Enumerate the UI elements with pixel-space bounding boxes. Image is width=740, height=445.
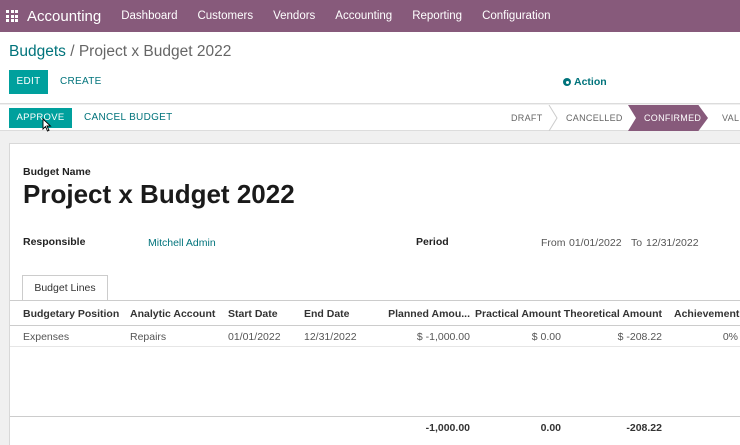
create-button[interactable]: CREATE: [60, 76, 102, 87]
period-to-value: 12/31/2022: [646, 237, 699, 249]
stage-confirmed[interactable]: CONFIRMED: [628, 105, 708, 131]
col-budgetary-position[interactable]: Budgetary Position: [23, 308, 119, 320]
action-dropdown[interactable]: Action: [563, 76, 607, 88]
cell-practical-amount: $ 0.00: [531, 331, 561, 343]
period-to-prefix: To: [631, 237, 643, 249]
total-planned-amount: -1,000.00: [425, 422, 470, 434]
menu-accounting[interactable]: Accounting: [335, 10, 392, 22]
breadcrumb-current: Project x Budget 2022: [78, 43, 232, 60]
responsible-label: Responsible: [23, 236, 86, 248]
status-bar: APPROVE CANCEL BUDGET DRAFT CANCELLED CO…: [0, 105, 740, 131]
stage-validated[interactable]: VAL: [722, 105, 739, 131]
cell-theoretical-amount: $ -208.22: [617, 331, 662, 343]
period-label: Period: [416, 236, 449, 248]
breadcrumb-budgets-link[interactable]: Budgets: [9, 43, 66, 60]
approve-button[interactable]: APPROVE: [9, 108, 72, 128]
cell-budgetary-position: Expenses: [23, 331, 70, 343]
budget-name-value: Project x Budget 2022: [23, 179, 295, 209]
col-practical-amount[interactable]: Practical Amount: [460, 308, 561, 320]
col-achievement[interactable]: Achievement: [674, 308, 739, 320]
total-theoretical-amount: -208.22: [626, 422, 662, 434]
table-header-divider: [10, 325, 740, 326]
breadcrumb: Budgets / Project x Budget 2022: [9, 43, 231, 61]
form-sheet: Budget Name Project x Budget 2022 Respon…: [9, 143, 740, 445]
row-divider: [10, 346, 740, 347]
stage-draft[interactable]: DRAFT: [511, 105, 543, 131]
col-analytic-account[interactable]: Analytic Account: [130, 308, 215, 320]
cell-end-date: 12/31/2022: [304, 331, 357, 343]
cell-analytic-account: Repairs: [130, 331, 167, 343]
budget-name-label: Budget Name: [23, 166, 91, 178]
tab-divider: [10, 300, 740, 301]
app-name[interactable]: Accounting: [27, 8, 101, 25]
gear-icon: [563, 78, 571, 86]
menu-customers[interactable]: Customers: [197, 10, 253, 22]
cell-achievement: 0%: [722, 331, 738, 343]
top-navbar: Accounting Dashboard Customers Vendors A…: [0, 0, 740, 32]
action-label: Action: [574, 76, 607, 88]
responsible-link[interactable]: Mitchell Admin: [148, 237, 216, 249]
col-end-date[interactable]: End Date: [304, 308, 350, 320]
menu-vendors[interactable]: Vendors: [273, 10, 315, 22]
control-panel: Budgets / Project x Budget 2022 EDIT CRE…: [0, 32, 740, 104]
period-from-prefix: From: [541, 237, 566, 249]
menu-dashboard[interactable]: Dashboard: [121, 10, 177, 22]
mouse-cursor-icon: [42, 118, 52, 132]
apps-grid-icon[interactable]: [6, 10, 18, 22]
period-from-value: 01/01/2022: [569, 237, 622, 249]
menu-configuration[interactable]: Configuration: [482, 10, 550, 22]
breadcrumb-separator: /: [65, 43, 79, 60]
menu-reporting[interactable]: Reporting: [412, 10, 462, 22]
table-footer-divider: [10, 416, 740, 417]
col-start-date[interactable]: Start Date: [228, 308, 278, 320]
stage-cancelled[interactable]: CANCELLED: [566, 105, 623, 131]
edit-button[interactable]: EDIT: [9, 70, 48, 94]
col-planned-amount[interactable]: Planned Amou...: [370, 308, 470, 320]
col-theoretical-amount[interactable]: Theoretical Amount: [555, 308, 662, 320]
stage-separator: [548, 105, 558, 131]
cell-planned-amount: $ -1,000.00: [416, 331, 470, 343]
cell-start-date: 01/01/2022: [228, 331, 281, 343]
cancel-budget-button[interactable]: CANCEL BUDGET: [84, 112, 173, 123]
total-practical-amount: 0.00: [540, 422, 561, 434]
tab-budget-lines[interactable]: Budget Lines: [22, 275, 108, 301]
